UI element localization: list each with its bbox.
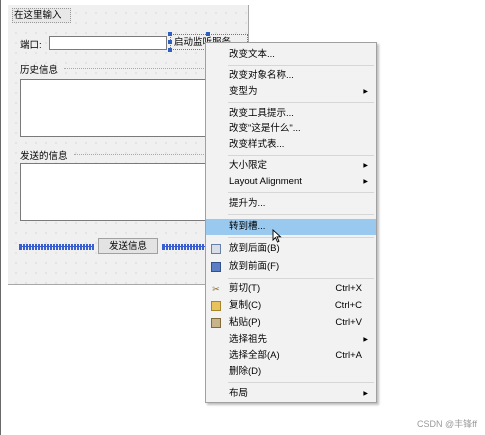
send-textedit[interactable] [20, 163, 208, 221]
selection-handle-ml[interactable] [168, 40, 172, 44]
menu-item-change-whats-this[interactable]: 改变"这是什么"... [206, 121, 376, 137]
history-group-line [64, 68, 204, 70]
menu-item-size-constraints[interactable]: 大小限定 ▶ [206, 158, 376, 174]
menu-item-layout-alignment[interactable]: Layout Alignment ▶ [206, 174, 376, 190]
menu-item-label: 改变对象名称... [229, 70, 294, 81]
menu-item-go-to-slot[interactable]: 转到槽... [206, 219, 376, 235]
menu-item-label: 粘贴(P) [229, 317, 261, 328]
cut-icon: ✂ [212, 284, 220, 294]
menu-item-label: 大小限定 [229, 160, 268, 171]
send-to-back-icon [211, 244, 221, 254]
menu-item-copy[interactable]: 复制(C) Ctrl+C [206, 298, 376, 314]
history-textedit[interactable] [20, 79, 208, 137]
shortcut-label: Ctrl+C [334, 300, 362, 311]
menu-item-layout[interactable]: 布局 ▶ [206, 386, 376, 402]
menu-item-label: Layout Alignment [229, 176, 302, 187]
horizontal-spacer-left[interactable] [19, 244, 94, 250]
submenu-arrow-icon: ▶ [363, 163, 368, 169]
menu-item-label: 选择祖先 [229, 334, 268, 345]
menu-item-label: 布局 [229, 388, 249, 399]
menu-separator [228, 65, 374, 66]
selection-handle-bl[interactable] [168, 48, 172, 52]
menu-item-label: 删除(D) [229, 366, 262, 377]
menu-separator [228, 382, 374, 383]
menu-item-send-to-back[interactable]: 放到后面(B) [206, 241, 376, 257]
shortcut-label: Ctrl+V [335, 317, 362, 328]
submenu-arrow-icon: ▶ [363, 391, 368, 397]
menu-item-paste[interactable]: 粘贴(P) Ctrl+V [206, 315, 376, 331]
menu-separator [228, 237, 374, 238]
window-edge [0, 0, 1, 435]
selection-handle-tl[interactable] [168, 32, 172, 36]
menu-item-delete[interactable]: 删除(D) [206, 364, 376, 380]
menu-item-label: 变型为 [229, 86, 258, 97]
menu-item-label: 剪切(T) [229, 283, 261, 294]
history-label: 历史信息 [20, 65, 59, 76]
menu-item-label: 提升为... [229, 198, 266, 209]
menu-item-change-text[interactable]: 改变文本... [206, 47, 376, 63]
menu-item-label: 改变样式表... [229, 139, 285, 150]
mouse-pointer-icon [272, 228, 282, 245]
horizontal-spacer-right[interactable] [162, 244, 206, 250]
port-label: 端口: [20, 40, 42, 51]
bring-to-front-icon [211, 262, 221, 272]
context-menu: 改变文本... 改变对象名称... 变型为 ▶ 改变工具提示... 改变"这是什… [205, 42, 377, 403]
paste-icon [211, 318, 221, 328]
menu-item-label: 选择全部(A) [229, 350, 280, 361]
submenu-arrow-icon: ▶ [363, 89, 368, 95]
send-info-label: 发送的信息 [20, 151, 68, 162]
menu-item-change-stylesheet[interactable]: 改变样式表... [206, 137, 376, 153]
submenu-arrow-icon: ▶ [363, 179, 368, 185]
copy-icon [211, 301, 221, 311]
send-group-line [74, 154, 204, 156]
menu-item-promote-to[interactable]: 提升为... [206, 196, 376, 212]
menu-item-morph-into[interactable]: 变型为 ▶ [206, 84, 376, 100]
menu-item-cut[interactable]: ✂ 剪切(T) Ctrl+X [206, 281, 376, 297]
menu-item-label: 复制(C) [229, 300, 262, 311]
menu-separator [228, 102, 374, 103]
menu-item-change-tooltip[interactable]: 改变工具提示... [206, 106, 376, 122]
menubar-placeholder[interactable]: 在这里输入 [12, 8, 71, 23]
menu-item-label: 改变文本... [229, 49, 275, 60]
send-button[interactable]: 发送信息 [98, 238, 158, 254]
shortcut-label: Ctrl+X [335, 283, 362, 294]
port-input[interactable] [49, 36, 167, 50]
menu-item-label: 改变"这是什么"... [229, 123, 301, 134]
menu-item-select-ancestor[interactable]: 选择祖先 ▶ [206, 332, 376, 348]
menu-separator [228, 155, 374, 156]
menu-item-select-all[interactable]: 选择全部(A) Ctrl+A [206, 348, 376, 364]
menu-item-label: 转到槽... [229, 221, 266, 232]
menu-item-label: 改变工具提示... [229, 108, 294, 119]
menu-separator [228, 192, 374, 193]
submenu-arrow-icon: ▶ [363, 337, 368, 343]
watermark: CSDN @丰锋ff [417, 419, 477, 429]
menu-separator [228, 278, 374, 279]
selection-handle-tm[interactable] [206, 32, 210, 36]
menu-item-change-object-name[interactable]: 改变对象名称... [206, 68, 376, 84]
menu-item-bring-to-front[interactable]: 放到前面(F) [206, 259, 376, 275]
menu-separator [228, 214, 374, 215]
shortcut-label: Ctrl+A [335, 350, 362, 361]
menu-item-label: 放到前面(F) [229, 261, 280, 272]
